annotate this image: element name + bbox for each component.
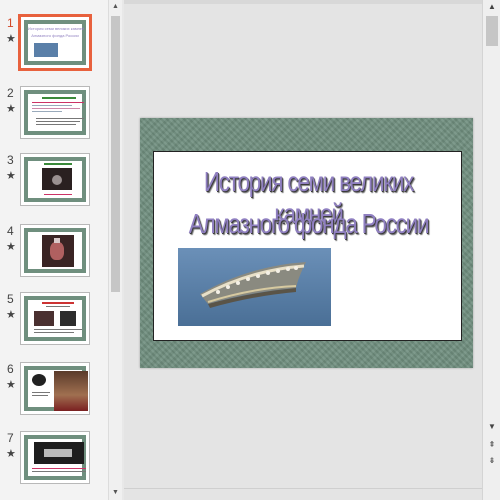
previous-slide-icon[interactable]: ⇞	[486, 438, 498, 451]
thumbnail-text-mark	[32, 102, 84, 103]
thumbnail-text-mark	[32, 105, 72, 106]
scroll-up-icon[interactable]: ▲	[109, 0, 122, 14]
slide-thumbnail-6[interactable]: 6 ★	[0, 362, 108, 426]
thumbnail-text-mark	[32, 111, 62, 112]
animation-star-icon: ★	[6, 103, 16, 115]
slide-number: 3	[7, 153, 14, 167]
thumbnail-scroll-thumb[interactable]	[111, 16, 120, 292]
thumbnail-text-mark	[32, 108, 80, 109]
slide-thumbnail-5[interactable]: 5 ★	[0, 292, 108, 356]
thumbnail-photo	[54, 371, 88, 411]
thumbnail-frame	[20, 292, 90, 345]
thumbnail-text-mark	[34, 329, 82, 330]
thumbnail-text-mark	[36, 124, 76, 125]
thumbnail-frame	[20, 362, 90, 415]
thumbnail-text-mark	[32, 471, 86, 472]
slide-number: 1	[7, 16, 14, 30]
thumbnail-text-mark	[36, 118, 84, 119]
notes-divider[interactable]	[124, 488, 482, 489]
slide-number: 7	[7, 431, 14, 445]
thumbnail-scrollbar[interactable]: ▲ ▼	[108, 0, 122, 500]
thumbnail-photo	[34, 43, 58, 57]
thumbnail-frame	[20, 224, 90, 277]
animation-star-icon: ★	[6, 170, 16, 182]
slide-thumbnail-3[interactable]: 3 ★	[0, 153, 108, 217]
thumbnail-photo	[60, 311, 76, 326]
thumbnail-title-line-1: История семи великих камней	[28, 26, 85, 31]
slide-content-frame: История семи великих камней Алмазного фо…	[153, 151, 462, 341]
edit-area-top-edge	[124, 0, 482, 4]
thumbnail-heading-mark	[42, 97, 76, 99]
slide-scrollbar[interactable]: ▲ ▼ ⇞ ⇟	[482, 0, 500, 500]
current-slide[interactable]: История семи великих камней Алмазного фо…	[140, 118, 473, 368]
slide-edit-area: История семи великих камней Алмазного фо…	[124, 0, 482, 500]
thumbnail-text-mark	[46, 306, 70, 307]
thumbnail-gem-mark	[52, 175, 62, 185]
next-slide-icon[interactable]: ⇟	[486, 454, 498, 467]
slide-thumbnail-7[interactable]: 7 ★	[0, 431, 108, 495]
thumbnail-gem-mark	[54, 238, 60, 243]
thumbnail-frame	[20, 431, 90, 484]
scroll-down-icon[interactable]: ▼	[109, 486, 122, 500]
thumbnail-frame	[20, 86, 90, 139]
slide-number: 4	[7, 224, 14, 238]
slide-scroll-thumb[interactable]	[486, 16, 498, 46]
slide-thumbnail-1[interactable]: 1 ★ История семи великих камней Алмазног…	[0, 14, 108, 80]
slide-number: 6	[7, 362, 14, 376]
slide-title-line-2[interactable]: Алмазного фонда России	[185, 208, 432, 240]
thumbnail-gem-mark	[50, 242, 64, 260]
thumbnail-frame: История семи великих камней Алмазного фо…	[18, 14, 92, 71]
slide-thumbnail-2[interactable]: 2 ★	[0, 86, 108, 150]
tiara-photo[interactable]	[178, 248, 331, 326]
thumbnail-text-mark	[32, 392, 50, 393]
thumbnail-heading-mark	[42, 302, 74, 304]
thumbnail-gem-mark	[44, 449, 72, 457]
thumbnail-text-mark	[44, 194, 72, 195]
animation-star-icon: ★	[6, 241, 16, 253]
thumbnail-photo	[34, 311, 54, 326]
thumbnail-emblem-mark	[32, 374, 46, 386]
slide-thumbnail-4[interactable]: 4 ★	[0, 224, 108, 288]
thumbnail-text-mark	[32, 468, 86, 469]
animation-star-icon: ★	[6, 448, 16, 460]
scroll-up-icon[interactable]: ▲	[486, 0, 498, 13]
animation-star-icon: ★	[6, 309, 16, 321]
slide-number: 5	[7, 292, 14, 306]
thumbnail-text-mark	[34, 332, 74, 333]
animation-star-icon: ★	[6, 33, 16, 45]
thumbnail-text-mark	[32, 395, 48, 396]
thumbnail-title-line-2: Алмазного фонда России	[31, 33, 79, 38]
thumbnail-frame	[20, 153, 90, 206]
thumbnail-text-mark	[36, 121, 80, 122]
scroll-down-icon[interactable]: ▼	[486, 420, 498, 433]
slide-thumbnail-panel: 1 ★ История семи великих камней Алмазног…	[0, 0, 108, 500]
animation-star-icon: ★	[6, 379, 16, 391]
tiara-image	[200, 262, 306, 308]
thumbnail-heading-mark	[44, 163, 72, 165]
slide-number: 2	[7, 86, 14, 100]
